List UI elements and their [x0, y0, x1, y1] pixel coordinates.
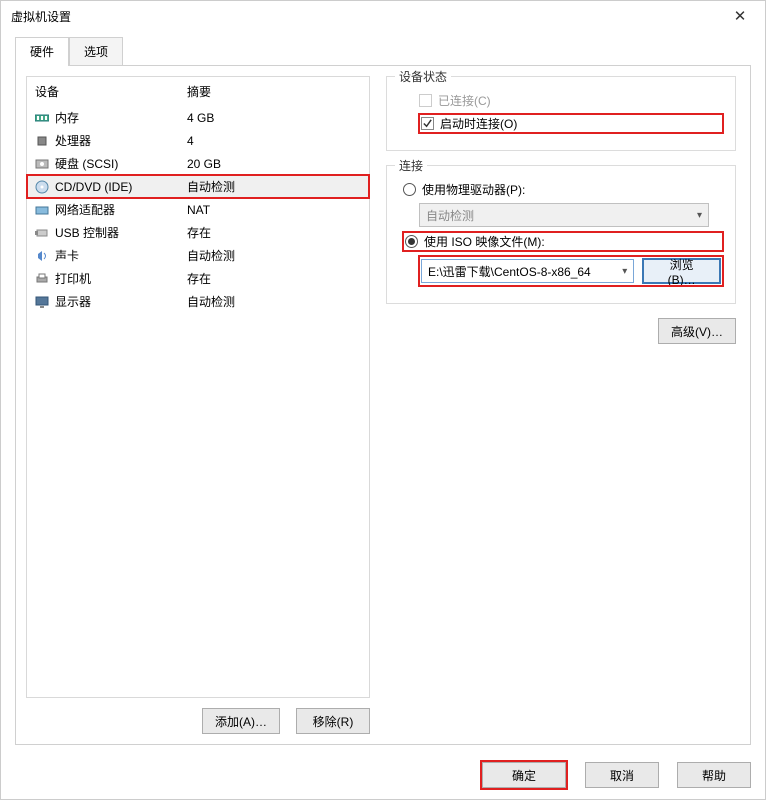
hardware-name: CD/DVD (IDE): [55, 180, 187, 194]
physical-drive-combo: 自动检测 ▾: [419, 203, 709, 227]
tab-panel: 设备 摘要 内存4 GB处理器4硬盘 (SCSI)20 GBCD/DVD (ID…: [15, 65, 751, 745]
iso-file-radio[interactable]: [405, 235, 418, 248]
connection-legend: 连接: [395, 157, 427, 174]
sound-icon: [33, 249, 51, 263]
disk-icon: [33, 157, 51, 171]
hardware-name: 显示器: [55, 293, 187, 310]
cd-icon: [33, 180, 51, 194]
hardware-row[interactable]: 打印机存在: [27, 267, 369, 290]
physical-drive-radio[interactable]: [403, 183, 416, 196]
chevron-down-icon: ▾: [697, 210, 702, 221]
tab-options[interactable]: 选项: [69, 37, 123, 66]
hardware-list-header: 设备 摘要: [27, 77, 369, 106]
hardware-list: 设备 摘要 内存4 GB处理器4硬盘 (SCSI)20 GBCD/DVD (ID…: [26, 76, 370, 698]
connected-checkbox: [419, 94, 432, 107]
hardware-row[interactable]: USB 控制器存在: [27, 221, 369, 244]
hardware-summary: 4: [187, 134, 194, 148]
hardware-row[interactable]: CD/DVD (IDE)自动检测: [27, 175, 369, 198]
hardware-summary: 4 GB: [187, 111, 214, 125]
device-status-group: 设备状态 已连接(C) 启动时连接(O): [386, 76, 736, 151]
connect-at-power-checkbox[interactable]: [421, 117, 434, 130]
remove-button[interactable]: 移除(R): [296, 708, 370, 734]
advanced-button[interactable]: 高级(V)…: [658, 318, 736, 344]
hardware-row[interactable]: 硬盘 (SCSI)20 GB: [27, 152, 369, 175]
connect-at-power-label: 启动时连接(O): [440, 115, 517, 132]
hardware-name: USB 控制器: [55, 224, 187, 241]
footer-buttons: 确定 取消 帮助: [481, 761, 751, 789]
connection-group: 连接 使用物理驱动器(P): 自动检测 ▾ 使用 ISO 映像文件(M):: [386, 165, 736, 304]
usb-icon: [33, 226, 51, 240]
tabs: 硬件 选项: [15, 37, 751, 66]
hardware-summary: 20 GB: [187, 157, 221, 171]
physical-drive-label: 使用物理驱动器(P):: [422, 181, 525, 198]
add-button[interactable]: 添加(A)…: [202, 708, 280, 734]
printer-icon: [33, 272, 51, 286]
ok-button[interactable]: 确定: [482, 762, 566, 788]
display-icon: [33, 295, 51, 309]
close-icon[interactable]: ✕: [725, 7, 755, 25]
window-title: 虚拟机设置: [11, 8, 71, 25]
cancel-button[interactable]: 取消: [585, 762, 659, 788]
vm-settings-window: 虚拟机设置 ✕ 硬件 选项 设备 摘要 内存4 GB处理器4硬盘 (SCSI)2…: [0, 0, 766, 800]
col-device: 设备: [35, 83, 187, 100]
iso-path-value: E:\迅雷下载\CentOS-8-x86_64: [428, 263, 591, 280]
titlebar: 虚拟机设置 ✕: [1, 1, 765, 31]
help-button[interactable]: 帮助: [677, 762, 751, 788]
hardware-summary: 自动检测: [187, 247, 235, 264]
hardware-summary: 自动检测: [187, 178, 235, 195]
hardware-row[interactable]: 内存4 GB: [27, 106, 369, 129]
connected-label: 已连接(C): [438, 92, 491, 109]
browse-button[interactable]: 浏览(B)…: [642, 258, 721, 284]
hardware-name: 内存: [55, 109, 187, 126]
hardware-row[interactable]: 处理器4: [27, 129, 369, 152]
hardware-summary: 存在: [187, 224, 211, 241]
tab-hardware[interactable]: 硬件: [15, 37, 69, 66]
cpu-icon: [33, 134, 51, 148]
physical-drive-value: 自动检测: [426, 207, 474, 224]
hardware-name: 网络适配器: [55, 201, 187, 218]
hardware-row[interactable]: 显示器自动检测: [27, 290, 369, 313]
chevron-down-icon[interactable]: ▾: [622, 266, 627, 277]
hardware-name: 处理器: [55, 132, 187, 149]
hardware-name: 硬盘 (SCSI): [55, 155, 187, 172]
hardware-summary: 自动检测: [187, 293, 235, 310]
memory-icon: [33, 111, 51, 125]
hardware-name: 打印机: [55, 270, 187, 287]
hardware-summary: NAT: [187, 203, 210, 217]
iso-path-combo[interactable]: E:\迅雷下载\CentOS-8-x86_64 ▾: [421, 259, 634, 283]
col-summary: 摘要: [187, 83, 211, 100]
device-status-legend: 设备状态: [395, 68, 451, 85]
iso-file-label: 使用 ISO 映像文件(M):: [424, 233, 545, 250]
hardware-name: 声卡: [55, 247, 187, 264]
hardware-row[interactable]: 声卡自动检测: [27, 244, 369, 267]
hardware-row[interactable]: 网络适配器NAT: [27, 198, 369, 221]
net-icon: [33, 203, 51, 217]
hardware-summary: 存在: [187, 270, 211, 287]
